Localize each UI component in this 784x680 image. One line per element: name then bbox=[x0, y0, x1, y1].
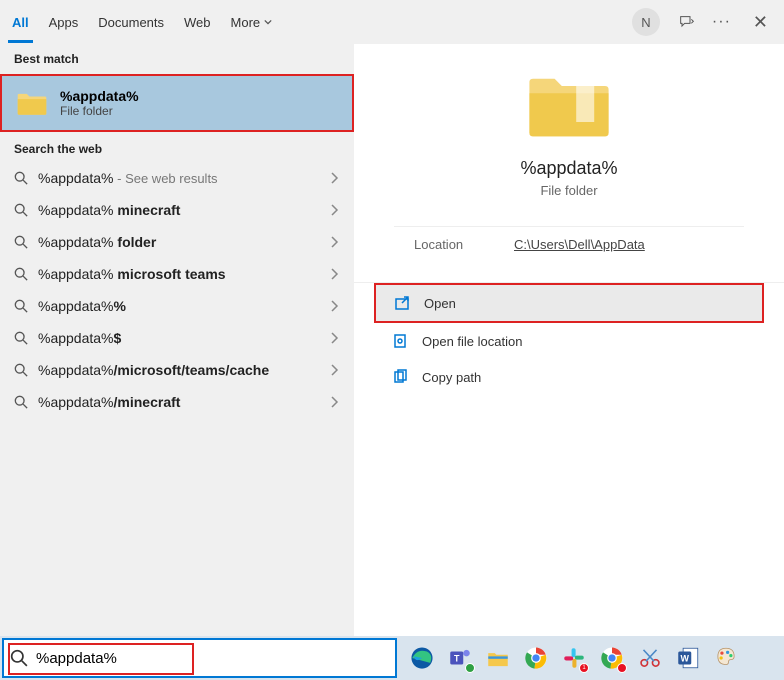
suggestion-text: %appdata%% bbox=[38, 298, 320, 314]
copy-icon bbox=[392, 369, 408, 385]
suggestion-text: %appdata% microsoft teams bbox=[38, 266, 320, 282]
svg-text:W: W bbox=[681, 653, 690, 663]
best-match-title: %appdata% bbox=[60, 88, 139, 104]
action-label: Open file location bbox=[422, 334, 522, 349]
svg-text:T: T bbox=[454, 653, 460, 663]
best-match-label: Best match bbox=[0, 44, 354, 72]
action-open-file-location[interactable]: Open file location bbox=[374, 323, 764, 359]
action-label: Open bbox=[424, 296, 456, 311]
user-avatar[interactable]: N bbox=[632, 8, 660, 36]
web-suggestion[interactable]: %appdata%/minecraft bbox=[0, 386, 354, 418]
chevron-right-icon bbox=[330, 394, 340, 410]
location-label: Location bbox=[414, 237, 514, 252]
chevron-right-icon bbox=[330, 298, 340, 314]
taskbar-app-paint[interactable] bbox=[709, 641, 743, 675]
more-options-icon[interactable]: ··· bbox=[712, 13, 731, 31]
taskbar-app-teams[interactable]: T bbox=[443, 641, 477, 675]
web-suggestion[interactable]: %appdata%$ bbox=[0, 322, 354, 354]
taskbar-pinned-apps: T 1 W bbox=[399, 641, 743, 675]
location-link[interactable]: C:\Users\Dell\AppData bbox=[514, 237, 645, 252]
tab-more[interactable]: More bbox=[231, 3, 273, 42]
search-icon bbox=[14, 267, 28, 281]
location-row: Location C:\Users\Dell\AppData bbox=[394, 226, 744, 262]
suggestion-text: %appdata%/minecraft bbox=[38, 394, 320, 410]
taskbar-app-chrome-alt[interactable] bbox=[595, 641, 629, 675]
chevron-right-icon bbox=[330, 234, 340, 250]
tab-all[interactable]: All bbox=[12, 3, 29, 42]
search-icon bbox=[14, 331, 28, 345]
results-panel: Best match %appdata% File folder Search … bbox=[0, 44, 354, 636]
search-icon bbox=[14, 395, 28, 409]
web-suggestion[interactable]: %appdata% microsoft teams bbox=[0, 258, 354, 290]
header: All Apps Documents Web More N ··· ✕ bbox=[0, 0, 784, 44]
chevron-right-icon bbox=[330, 170, 340, 186]
action-label: Copy path bbox=[422, 370, 481, 385]
action-open[interactable]: Open bbox=[374, 283, 764, 323]
web-suggestion[interactable]: %appdata% minecraft bbox=[0, 194, 354, 226]
taskbar-app-snip[interactable] bbox=[633, 641, 667, 675]
search-category-tabs: All Apps Documents Web More bbox=[12, 3, 632, 42]
best-match-result[interactable]: %appdata% File folder bbox=[0, 74, 354, 132]
action-copy-path[interactable]: Copy path bbox=[374, 359, 764, 395]
preview-subtitle: File folder bbox=[540, 183, 597, 198]
search-icon bbox=[14, 171, 28, 185]
taskbar: T 1 W bbox=[0, 636, 784, 680]
tab-apps[interactable]: Apps bbox=[49, 3, 79, 42]
file-location-icon bbox=[392, 333, 408, 349]
web-suggestion[interactable]: %appdata% - See web results bbox=[0, 162, 354, 194]
taskbar-app-edge[interactable] bbox=[405, 641, 439, 675]
search-icon bbox=[14, 203, 28, 217]
tab-web[interactable]: Web bbox=[184, 3, 211, 42]
folder-icon bbox=[525, 68, 613, 140]
preview-panel: %appdata% File folder Location C:\Users\… bbox=[354, 44, 784, 636]
close-icon[interactable]: ✕ bbox=[749, 8, 772, 37]
chevron-right-icon bbox=[330, 202, 340, 218]
suggestion-text: %appdata%/microsoft/teams/cache bbox=[38, 362, 320, 378]
suggestion-text: %appdata% minecraft bbox=[38, 202, 320, 218]
taskbar-search bbox=[2, 638, 397, 678]
search-icon bbox=[14, 299, 28, 313]
suggestion-text: %appdata% folder bbox=[38, 234, 320, 250]
search-input[interactable] bbox=[36, 650, 389, 667]
web-suggestion[interactable]: %appdata%% bbox=[0, 290, 354, 322]
tab-documents[interactable]: Documents bbox=[98, 3, 164, 42]
best-match-subtitle: File folder bbox=[60, 104, 139, 118]
search-icon bbox=[14, 363, 28, 377]
chevron-right-icon bbox=[330, 330, 340, 346]
web-suggestion[interactable]: %appdata%/microsoft/teams/cache bbox=[0, 354, 354, 386]
search-web-label: Search the web bbox=[0, 134, 354, 162]
web-suggestion[interactable]: %appdata% folder bbox=[0, 226, 354, 258]
taskbar-app-word[interactable]: W bbox=[671, 641, 705, 675]
preview-title: %appdata% bbox=[520, 158, 617, 179]
suggestion-text: %appdata% - See web results bbox=[38, 170, 320, 186]
taskbar-app-chrome[interactable] bbox=[519, 641, 553, 675]
taskbar-app-slack[interactable]: 1 bbox=[557, 641, 591, 675]
search-icon bbox=[14, 235, 28, 249]
feedback-icon[interactable] bbox=[678, 14, 694, 30]
taskbar-app-explorer[interactable] bbox=[481, 641, 515, 675]
folder-icon bbox=[16, 90, 48, 116]
suggestion-text: %appdata%$ bbox=[38, 330, 320, 346]
chevron-right-icon bbox=[330, 266, 340, 282]
search-icon bbox=[10, 649, 28, 667]
chevron-right-icon bbox=[330, 362, 340, 378]
chevron-down-icon bbox=[264, 18, 272, 26]
open-icon bbox=[394, 295, 410, 311]
